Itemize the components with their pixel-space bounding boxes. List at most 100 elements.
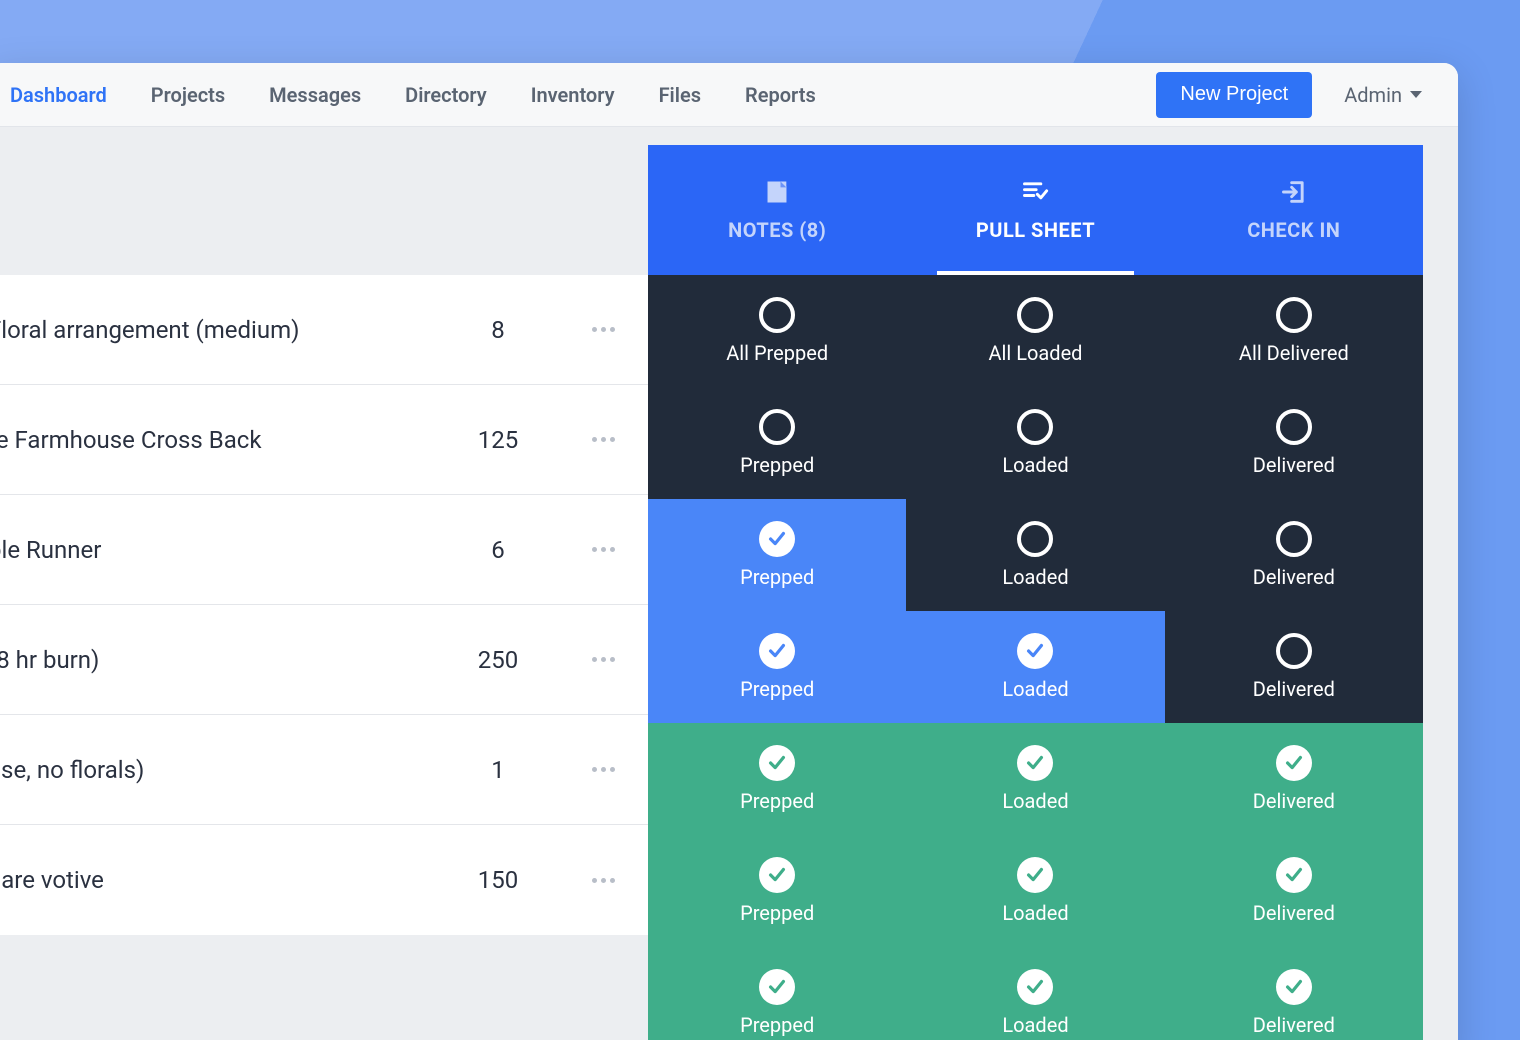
status-label: Loaded bbox=[1002, 565, 1068, 589]
status-cell[interactable]: Delivered bbox=[1165, 835, 1423, 947]
status-cell[interactable]: Loaded bbox=[906, 835, 1164, 947]
admin-menu[interactable]: Admin bbox=[1334, 83, 1450, 107]
inventory-qty: 250 bbox=[438, 646, 558, 674]
check-circle-icon bbox=[759, 857, 795, 893]
empty-circle-icon bbox=[759, 409, 795, 445]
row-more-button[interactable] bbox=[558, 437, 648, 442]
pull-sheet-panel: NOTES (8) PULL SHEET CHECK IN All Preppe… bbox=[648, 145, 1423, 1040]
status-cell[interactable]: Prepped bbox=[648, 947, 906, 1040]
tab-notes-label: NOTES (8) bbox=[728, 218, 826, 242]
check-circle-icon bbox=[759, 745, 795, 781]
inventory-row: uare votive 150 bbox=[0, 825, 648, 935]
check-circle-icon bbox=[1017, 745, 1053, 781]
inventory-row: ble Runner 6 bbox=[0, 495, 648, 605]
pull-sheet-tabs: NOTES (8) PULL SHEET CHECK IN bbox=[648, 145, 1423, 275]
status-label: Delivered bbox=[1253, 901, 1335, 925]
more-icon bbox=[592, 327, 615, 332]
status-grid: All Prepped All LoadedAll Delivered Preppe… bbox=[648, 275, 1423, 1040]
status-cell[interactable]: All Loaded bbox=[906, 275, 1164, 387]
row-more-button[interactable] bbox=[558, 327, 648, 332]
nav-projects[interactable]: Projects bbox=[129, 63, 247, 127]
more-icon bbox=[592, 767, 615, 772]
status-label: Delivered bbox=[1253, 565, 1335, 589]
status-cell[interactable]: Delivered bbox=[1165, 611, 1423, 723]
status-cell[interactable]: Delivered bbox=[1165, 947, 1423, 1040]
status-label: Prepped bbox=[740, 789, 814, 813]
status-label: Prepped bbox=[740, 565, 814, 589]
content-area: Floral arrangement (medium) 8 te Farmhou… bbox=[0, 127, 1458, 1040]
status-label: Loaded bbox=[1002, 901, 1068, 925]
status-label: Delivered bbox=[1253, 789, 1335, 813]
empty-circle-icon bbox=[1017, 409, 1053, 445]
status-cell[interactable]: Prepped bbox=[648, 835, 906, 947]
more-icon bbox=[592, 657, 615, 662]
nav-files[interactable]: Files bbox=[637, 63, 723, 127]
inventory-row: (8 hr burn) 250 bbox=[0, 605, 648, 715]
status-cell[interactable]: Prepped bbox=[648, 611, 906, 723]
status-label: Prepped bbox=[740, 901, 814, 925]
tab-notes[interactable]: NOTES (8) bbox=[648, 145, 906, 275]
status-label: Prepped bbox=[740, 677, 814, 701]
status-cell[interactable]: Prepped bbox=[648, 387, 906, 499]
status-cell[interactable]: Delivered bbox=[1165, 387, 1423, 499]
inventory-qty: 125 bbox=[438, 426, 558, 454]
status-label: Loaded bbox=[1002, 1013, 1068, 1037]
more-icon bbox=[592, 547, 615, 552]
status-cell[interactable]: All Prepped bbox=[648, 275, 906, 387]
new-project-button[interactable]: New Project bbox=[1156, 72, 1312, 118]
top-nav: Dashboard Projects Messages Directory In… bbox=[0, 63, 1458, 127]
tab-check-in-label: CHECK IN bbox=[1247, 218, 1340, 242]
inventory-qty: 150 bbox=[438, 866, 558, 894]
row-more-button[interactable] bbox=[558, 767, 648, 772]
inventory-qty: 1 bbox=[438, 756, 558, 784]
check-circle-icon bbox=[1017, 633, 1053, 669]
row-more-button[interactable] bbox=[558, 657, 648, 662]
inventory-name: te Farmhouse Cross Back bbox=[0, 426, 438, 454]
inventory-name: ble Runner bbox=[0, 536, 438, 564]
status-label: Delivered bbox=[1253, 1013, 1335, 1037]
more-icon bbox=[592, 878, 615, 883]
inventory-row: Floral arrangement (medium) 8 bbox=[0, 275, 648, 385]
status-cell[interactable]: Loaded bbox=[906, 723, 1164, 835]
status-cell[interactable]: All Delivered bbox=[1165, 275, 1423, 387]
check-circle-icon bbox=[759, 969, 795, 1005]
status-cell[interactable]: Prepped bbox=[648, 499, 906, 611]
status-cell[interactable]: Delivered bbox=[1165, 499, 1423, 611]
inventory-qty: 6 bbox=[438, 536, 558, 564]
row-more-button[interactable] bbox=[558, 547, 648, 552]
tab-pull-sheet[interactable]: PULL SHEET bbox=[906, 145, 1164, 275]
tab-check-in[interactable]: CHECK IN bbox=[1165, 145, 1423, 275]
status-cell[interactable]: Delivered bbox=[1165, 723, 1423, 835]
status-cell[interactable]: Loaded bbox=[906, 499, 1164, 611]
empty-circle-icon bbox=[1017, 297, 1053, 333]
inventory-name: ase, no florals) bbox=[0, 756, 438, 784]
status-cell[interactable]: Loaded bbox=[906, 611, 1164, 723]
tab-pull-sheet-label: PULL SHEET bbox=[976, 218, 1095, 242]
status-label: All Prepped bbox=[726, 341, 828, 365]
nav-dashboard[interactable]: Dashboard bbox=[0, 63, 129, 127]
check-circle-icon bbox=[1017, 857, 1053, 893]
nav-reports[interactable]: Reports bbox=[723, 63, 838, 127]
nav-links: Dashboard Projects Messages Directory In… bbox=[0, 63, 838, 127]
status-label: Prepped bbox=[740, 1013, 814, 1037]
nav-messages[interactable]: Messages bbox=[247, 63, 383, 127]
row-more-button[interactable] bbox=[558, 878, 648, 883]
nav-directory[interactable]: Directory bbox=[383, 63, 509, 127]
status-cell[interactable]: Loaded bbox=[906, 387, 1164, 499]
status-label: Loaded bbox=[1002, 677, 1068, 701]
empty-circle-icon bbox=[759, 297, 795, 333]
app-window: Dashboard Projects Messages Directory In… bbox=[0, 63, 1458, 1040]
status-label: Delivered bbox=[1253, 453, 1335, 477]
check-circle-icon bbox=[759, 521, 795, 557]
inventory-row: te Farmhouse Cross Back 125 bbox=[0, 385, 648, 495]
inventory-name: (8 hr burn) bbox=[0, 646, 438, 674]
inventory-panel: Floral arrangement (medium) 8 te Farmhou… bbox=[0, 275, 648, 935]
status-label: Loaded bbox=[1002, 453, 1068, 477]
status-cell[interactable]: Loaded bbox=[906, 947, 1164, 1040]
check-circle-icon bbox=[1276, 745, 1312, 781]
more-icon bbox=[592, 437, 615, 442]
status-cell[interactable]: Prepped bbox=[648, 723, 906, 835]
empty-circle-icon bbox=[1017, 521, 1053, 557]
empty-circle-icon bbox=[1276, 409, 1312, 445]
nav-inventory[interactable]: Inventory bbox=[509, 63, 637, 127]
